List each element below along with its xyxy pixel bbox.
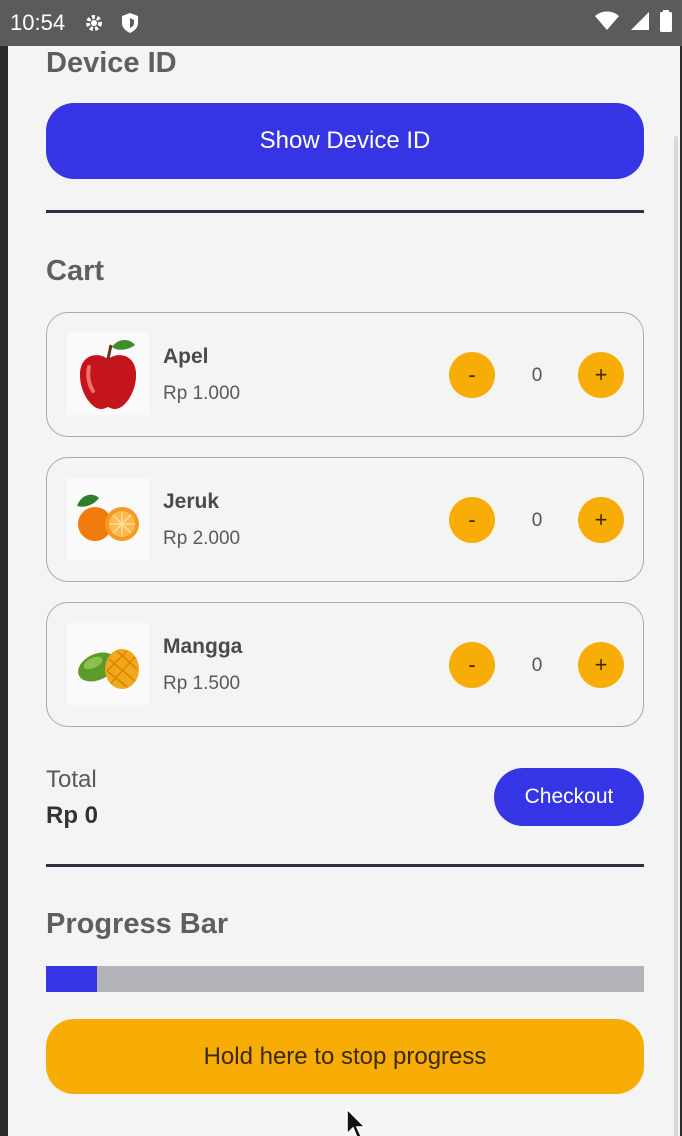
gear-icon — [83, 12, 105, 34]
wifi-icon — [594, 11, 620, 36]
shield-icon — [119, 12, 141, 34]
show-device-id-button[interactable]: Show Device ID — [46, 103, 644, 179]
total-value: Rp 0 — [46, 802, 99, 829]
device-id-title: Device ID — [46, 47, 177, 79]
product-name: Mangga — [163, 635, 243, 658]
cart-item-jeruk: Jeruk Rp 2.000 - 0 + — [46, 457, 644, 582]
quantity-value: 0 — [531, 510, 543, 531]
progress-bar — [46, 966, 644, 992]
signal-icon — [630, 11, 650, 36]
quantity-value: 0 — [531, 655, 543, 676]
cart-item-apel: Apel Rp 1.000 - 0 + — [46, 312, 644, 437]
mango-image — [67, 623, 149, 705]
cart-item-mangga: Mangga Rp 1.500 - 0 + — [46, 602, 644, 727]
increase-button[interactable]: + — [578, 497, 624, 543]
cart-title: Cart — [46, 255, 105, 287]
product-price: Rp 2.000 — [163, 528, 241, 549]
progress-fill — [46, 966, 97, 992]
hold-to-stop-button[interactable]: Hold here to stop progress — [46, 1019, 644, 1094]
app-screen: Device ID Show Device ID Cart Apel Rp 1.… — [8, 46, 680, 1136]
increase-button[interactable]: + — [578, 352, 624, 398]
scrollbar[interactable] — [674, 136, 678, 1136]
mouse-cursor-icon — [346, 1107, 368, 1136]
orange-image — [67, 478, 149, 560]
status-bar: 10:54 — [0, 0, 682, 46]
product-price: Rp 1.000 — [163, 383, 241, 404]
total-label: Total — [46, 766, 97, 793]
decrease-button[interactable]: - — [449, 642, 495, 688]
product-name: Jeruk — [163, 490, 220, 513]
increase-button[interactable]: + — [578, 642, 624, 688]
divider — [46, 210, 644, 213]
status-time: 10:54 — [10, 10, 66, 35]
quantity-value: 0 — [531, 365, 543, 386]
decrease-button[interactable]: - — [449, 497, 495, 543]
battery-icon — [660, 9, 672, 37]
divider — [46, 864, 644, 867]
product-price: Rp 1.500 — [163, 673, 241, 694]
product-name: Apel — [163, 345, 209, 368]
progress-bar-title: Progress Bar — [46, 908, 229, 940]
decrease-button[interactable]: - — [449, 352, 495, 398]
checkout-button[interactable]: Checkout — [494, 768, 644, 826]
apple-image — [67, 333, 149, 415]
